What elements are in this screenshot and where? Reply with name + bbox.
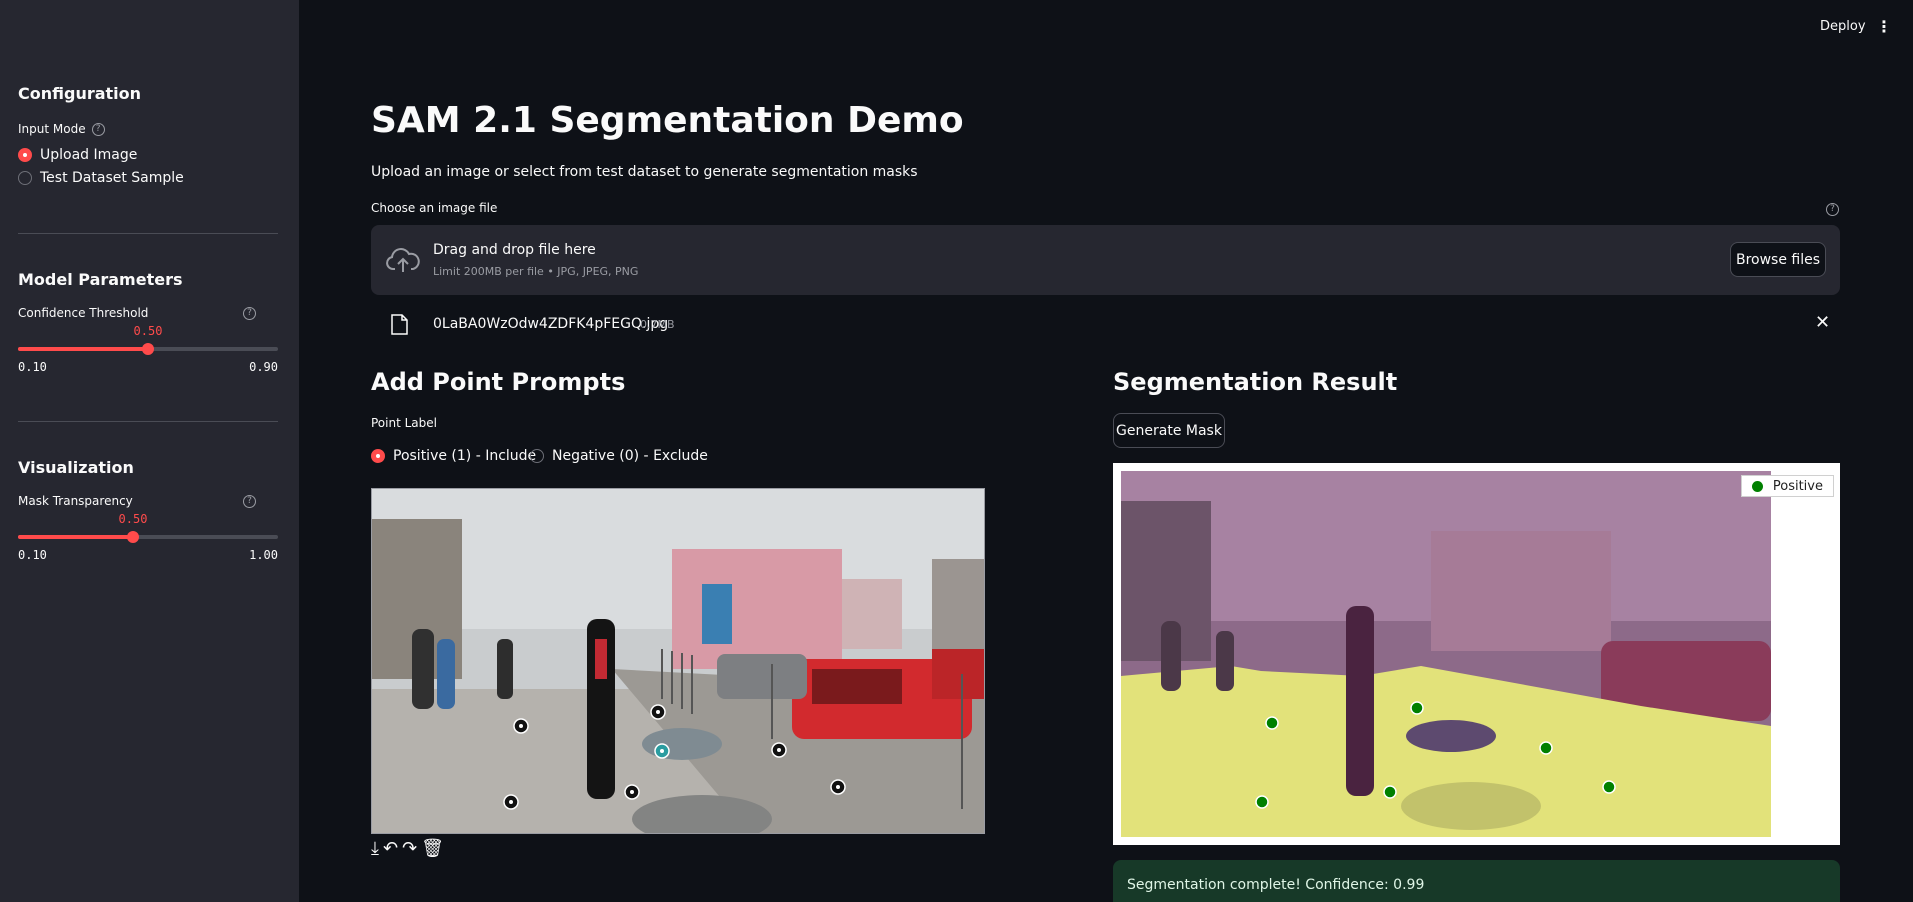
help-icon[interactable]: ? — [91, 122, 105, 136]
page-subtitle: Upload an image or select from test data… — [371, 164, 918, 180]
segmentation-result-figure: Positive — [1113, 463, 1840, 845]
dropzone-text: Drag and drop file here — [433, 242, 596, 258]
confidence-threshold-slider[interactable]: 0.50 0.10 0.90 — [18, 324, 278, 380]
slider-min: 0.10 — [18, 360, 47, 374]
confidence-threshold-label: Confidence Threshold ? — [18, 306, 278, 320]
radio-positive-include[interactable]: Positive (1) - Include — [371, 448, 536, 464]
deploy-button[interactable]: Deploy — [1820, 19, 1866, 34]
radio-selected-icon[interactable] — [18, 148, 32, 162]
positive-point — [1602, 780, 1616, 794]
positive-legend-icon — [1751, 480, 1763, 492]
slider-min: 0.10 — [18, 548, 47, 562]
radio-upload-image[interactable]: Upload Image — [18, 147, 137, 163]
file-name: 0LaBA0WzOdw4ZDFK4pFEGQ.jpg — [433, 316, 669, 332]
file-icon — [391, 314, 408, 335]
point-label-label: Point Label — [371, 416, 437, 430]
browse-files-button[interactable]: Browse files — [1730, 242, 1826, 277]
mask-transparency-label: Mask Transparency ? — [18, 494, 278, 508]
download-icon[interactable]: ⤓ — [371, 838, 379, 859]
legend: Positive — [1740, 475, 1834, 497]
trash-icon[interactable]: 🗑 — [421, 838, 444, 859]
radio-label: Test Dataset Sample — [40, 170, 184, 186]
input-mode-label: Input Mode ? — [18, 122, 105, 136]
slider-thumb[interactable] — [127, 531, 139, 543]
help-icon[interactable]: ? — [243, 494, 256, 508]
file-size: 0.7MB — [640, 318, 675, 331]
mask-transparency-label-text: Mask Transparency — [18, 494, 133, 508]
radio-label: Upload Image — [40, 147, 138, 163]
positive-point — [1539, 741, 1553, 755]
point-prompts-heading: Add Point Prompts — [371, 368, 626, 396]
generate-mask-button[interactable]: Generate Mask — [1113, 413, 1225, 448]
point-prompt-canvas[interactable] — [371, 488, 985, 834]
street-photo[interactable] — [372, 489, 985, 834]
positive-point — [1255, 795, 1269, 809]
help-icon[interactable]: ? — [1826, 203, 1839, 216]
legend-label: Positive — [1772, 478, 1823, 494]
dropzone-limit-text: Limit 200MB per file • JPG, JPEG, PNG — [433, 265, 639, 278]
slider-thumb[interactable] — [142, 343, 154, 355]
radio-label: Positive (1) - Include — [393, 448, 537, 464]
slider-fill — [18, 347, 148, 351]
page-title: SAM 2.1 Segmentation Demo — [371, 100, 964, 141]
kebab-menu-icon[interactable]: ⋮ — [1876, 18, 1892, 36]
undo-icon[interactable]: ↶ — [383, 838, 398, 859]
mask-transparency-slider[interactable]: 0.50 0.10 1.00 — [18, 512, 278, 568]
success-alert: Segmentation complete! Confidence: 0.99 — [1113, 860, 1840, 902]
radio-unselected-icon[interactable] — [18, 171, 32, 185]
help-icon[interactable]: ? — [243, 306, 256, 320]
sidebar: Configuration Input Mode ? Upload Image … — [0, 0, 299, 902]
slider-max: 0.90 — [249, 360, 278, 374]
uploaded-file-row: 0LaBA0WzOdw4ZDFK4pFEGQ.jpg 0.7MB ✕ — [371, 308, 1840, 340]
canvas-toolbar: ⤓ ↶ ↷ 🗑 — [371, 838, 444, 859]
positive-point — [1410, 701, 1424, 715]
success-message: Segmentation complete! Confidence: 0.99 — [1127, 877, 1425, 893]
segmentation-overlay-image — [1121, 471, 1771, 837]
radio-unselected-icon[interactable] — [530, 449, 544, 463]
remove-file-icon[interactable]: ✕ — [1815, 312, 1830, 333]
cloud-upload-icon — [386, 248, 420, 272]
visualization-heading: Visualization — [18, 458, 134, 477]
slider-max: 1.00 — [249, 548, 278, 562]
input-mode-label-text: Input Mode — [18, 122, 86, 136]
radio-selected-icon[interactable] — [371, 449, 385, 463]
segmentation-result-heading: Segmentation Result — [1113, 368, 1398, 396]
positive-point — [1265, 716, 1279, 730]
sidebar-divider — [18, 421, 278, 422]
redo-icon[interactable]: ↷ — [402, 838, 417, 859]
file-dropzone[interactable]: Drag and drop file here Limit 200MB per … — [371, 225, 1840, 295]
slider-fill — [18, 535, 133, 539]
radio-label: Negative (0) - Exclude — [552, 448, 708, 464]
slider-value: 0.50 — [133, 324, 163, 338]
sidebar-divider — [18, 233, 278, 234]
model-parameters-heading: Model Parameters — [18, 270, 183, 289]
slider-value: 0.50 — [118, 512, 148, 526]
configuration-heading: Configuration — [18, 84, 142, 103]
segmented-photo — [1121, 471, 1771, 837]
positive-point — [1383, 785, 1397, 799]
confidence-threshold-label-text: Confidence Threshold — [18, 306, 149, 320]
radio-negative-exclude[interactable]: Negative (0) - Exclude — [530, 448, 708, 464]
uploader-label: Choose an image file — [371, 201, 498, 215]
radio-test-dataset[interactable]: Test Dataset Sample — [18, 170, 184, 186]
